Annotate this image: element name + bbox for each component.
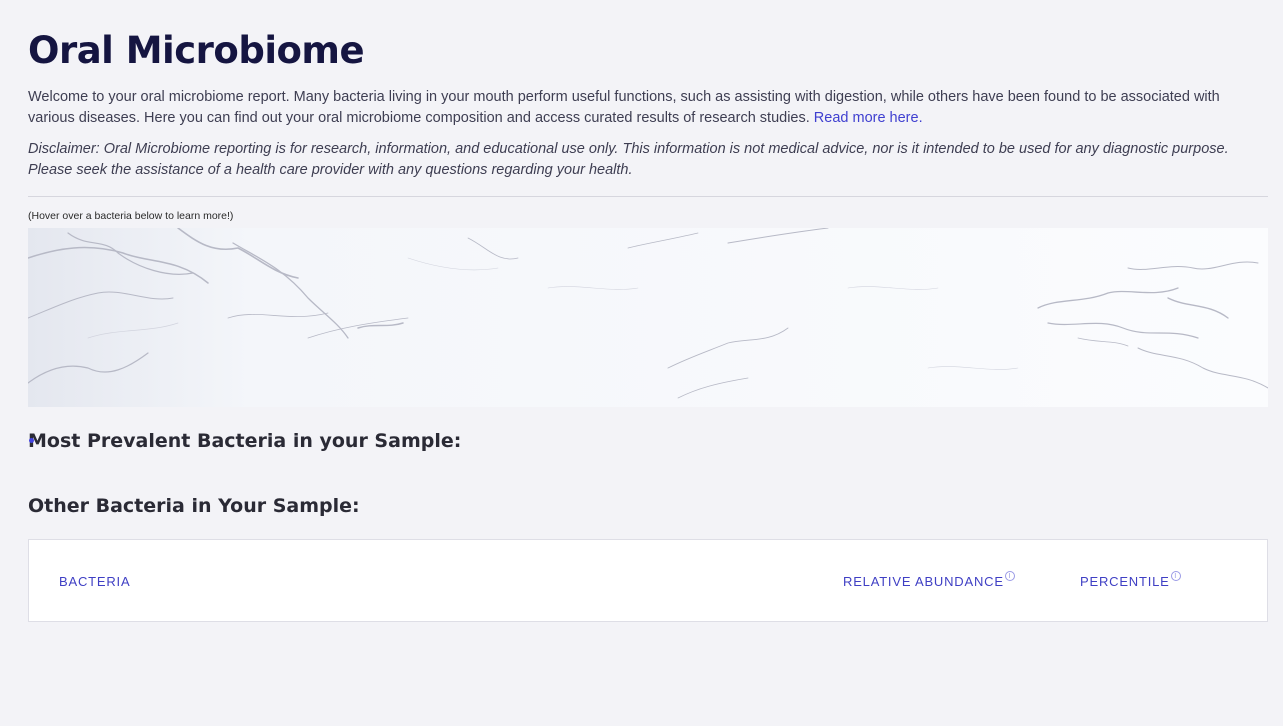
intro-paragraph: Welcome to your oral microbiome report. … bbox=[28, 87, 1268, 129]
column-header-bacteria[interactable]: BACTERIA bbox=[59, 574, 130, 589]
other-bacteria-heading: Other Bacteria in Your Sample: bbox=[28, 495, 360, 517]
bacteria-table: BACTERIA RELATIVE ABUNDANCE i PERCENTILE i bbox=[28, 539, 1268, 622]
column-header-relative-abundance[interactable]: RELATIVE ABUNDANCE i bbox=[843, 571, 1015, 589]
report-page: Oral Microbiome Welcome to your oral mic… bbox=[28, 0, 1268, 622]
info-icon[interactable]: i bbox=[1004, 571, 1015, 581]
column-header-bacteria-label: BACTERIA bbox=[59, 574, 131, 589]
most-prevalent-heading: Most Prevalent Bacteria in your Sample: bbox=[28, 428, 1268, 454]
column-header-relative-abundance-label: RELATIVE ABUNDANCE bbox=[843, 574, 1004, 589]
column-header-percentile-label: PERCENTILE bbox=[1080, 574, 1170, 589]
intro-text: Welcome to your oral microbiome report. … bbox=[28, 89, 1220, 126]
bacteria-visualization-panel[interactable] bbox=[28, 228, 1268, 407]
hover-hint: (Hover over a bacteria below to learn mo… bbox=[28, 210, 234, 222]
page-title: Oral Microbiome bbox=[28, 29, 365, 72]
read-more-link[interactable]: Read more here. bbox=[814, 110, 923, 126]
bacteria-dot-marker[interactable] bbox=[29, 438, 34, 443]
most-prevalent-heading-text: Most Prevalent Bacteria in your Sample: bbox=[28, 430, 462, 452]
disclaimer-text: Disclaimer: Oral Microbiome reporting is… bbox=[28, 141, 1229, 178]
divider bbox=[28, 196, 1268, 197]
marble-texture-background bbox=[28, 228, 1268, 407]
column-header-percentile[interactable]: PERCENTILE i bbox=[1080, 571, 1181, 589]
info-icon[interactable]: i bbox=[1170, 571, 1181, 581]
